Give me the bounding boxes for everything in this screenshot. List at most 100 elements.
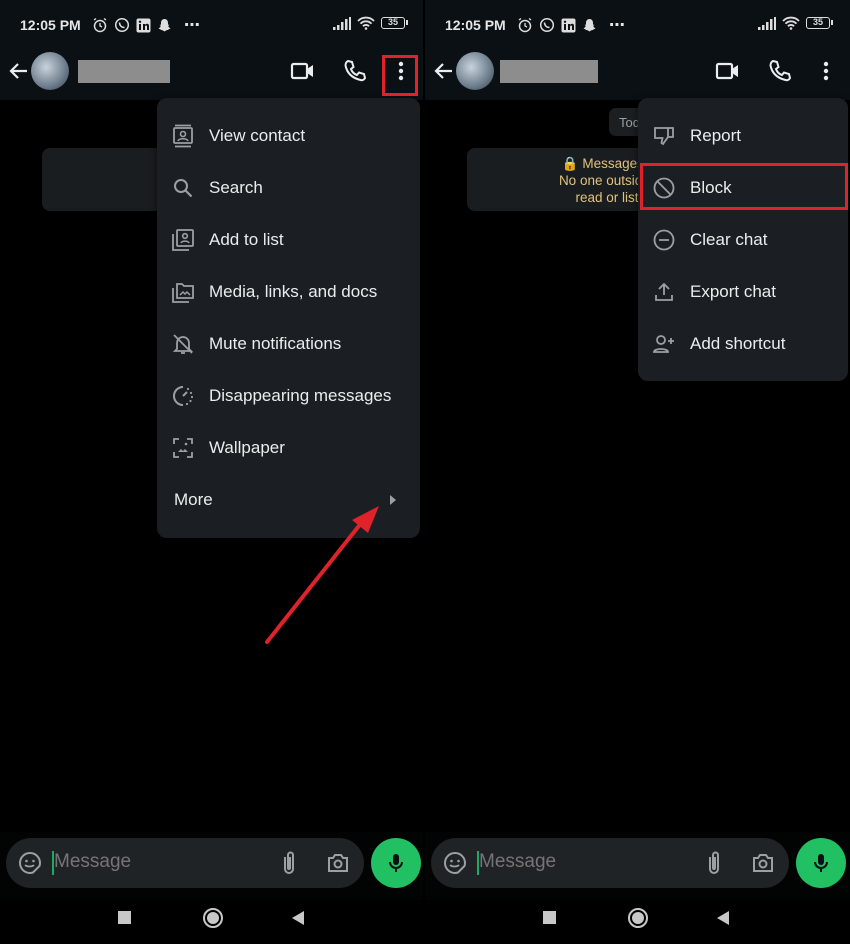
video-call-icon[interactable]	[290, 58, 316, 84]
whatsapp-icon	[114, 17, 130, 33]
system-nav-bar	[425, 900, 850, 944]
more-submenu: Report Block Clear chat Export chat Add …	[638, 98, 848, 381]
wallpaper-icon	[173, 438, 193, 458]
sticker-emoji-icon[interactable]	[443, 851, 467, 875]
minus-circle-icon	[653, 229, 675, 251]
chat-app-bar	[0, 48, 425, 100]
media-icon	[172, 283, 194, 303]
signal-icon	[758, 16, 776, 30]
wifi-icon	[357, 16, 375, 30]
linkedin-icon	[561, 18, 576, 32]
back-arrow-icon[interactable]	[433, 60, 455, 82]
system-back-button[interactable]	[292, 911, 304, 925]
menu-item-label: Report	[690, 126, 742, 145]
attach-paperclip-icon[interactable]	[278, 850, 300, 876]
snapchat-icon	[583, 18, 596, 31]
menu-item-label: Clear chat	[690, 230, 768, 249]
camera-icon[interactable]	[326, 851, 350, 875]
menu-item-label: Add to list	[209, 230, 284, 249]
battery-icon: 35	[381, 17, 408, 29]
battery-level: 35	[387, 17, 398, 27]
chat-app-bar	[425, 48, 850, 100]
battery-icon: 35	[806, 17, 833, 29]
linkedin-icon	[136, 18, 151, 32]
add-to-list-icon	[172, 229, 194, 251]
alarm-icon	[93, 17, 107, 33]
contact-avatar[interactable]	[456, 52, 494, 90]
message-input[interactable]	[54, 851, 234, 873]
recents-button[interactable]	[543, 911, 556, 924]
camera-icon[interactable]	[751, 851, 775, 875]
right-screenshot-panel: 12:05 PM ⋯ 35 Tod 🔒 Messages and calls a	[425, 0, 850, 944]
more-notifications-icon: ⋯	[184, 17, 200, 34]
upload-icon	[655, 282, 673, 301]
menu-item-label: Mute notifications	[209, 334, 342, 353]
menu-item-more[interactable]: More	[157, 474, 420, 526]
snapchat-icon	[158, 18, 171, 31]
menu-item-clear-chat[interactable]: Clear chat	[638, 214, 848, 266]
system-back-button[interactable]	[717, 911, 729, 925]
menu-item-label: Add shortcut	[690, 334, 786, 353]
contact-name-redacted[interactable]	[500, 60, 598, 83]
menu-item-label: More	[174, 490, 213, 509]
contact-name-redacted[interactable]	[78, 60, 170, 83]
attach-paperclip-icon[interactable]	[703, 850, 725, 876]
alarm-icon	[518, 17, 532, 33]
left-screenshot-panel: 12:05 PM ⋯ 35 🔒 Messages ar No one outsi…	[0, 0, 425, 944]
menu-item-view-contact[interactable]: View contact	[157, 110, 420, 162]
menu-item-add-to-list[interactable]: Add to list	[157, 214, 420, 266]
voice-message-button[interactable]	[796, 838, 846, 888]
menu-item-wallpaper[interactable]: Wallpaper	[157, 422, 420, 474]
video-call-icon[interactable]	[715, 58, 741, 84]
status-time: 12:05 PM	[20, 17, 81, 33]
menu-item-search[interactable]: Search	[157, 162, 420, 214]
menu-item-disappearing-messages[interactable]: Disappearing messages	[157, 370, 420, 422]
menu-item-export-chat[interactable]: Export chat	[638, 266, 848, 318]
menu-item-media-links-docs[interactable]: Media, links, and docs	[157, 266, 420, 318]
highlight-box-block	[640, 163, 848, 210]
menu-item-report[interactable]: Report	[638, 110, 848, 162]
menu-item-label: Search	[209, 178, 263, 197]
message-composer	[6, 838, 364, 888]
contact-card-icon	[173, 124, 193, 148]
microphone-icon	[814, 854, 828, 872]
home-button[interactable]	[203, 908, 223, 928]
status-bar: 12:05 PM ⋯ 35	[425, 0, 850, 48]
menu-item-label: View contact	[209, 126, 306, 145]
message-composer	[431, 838, 789, 888]
menu-item-label: Media, links, and docs	[209, 282, 378, 301]
battery-level: 35	[812, 17, 823, 27]
status-time: 12:05 PM	[445, 17, 506, 33]
timer-icon	[173, 386, 194, 406]
signal-icon	[333, 16, 351, 30]
chat-options-menu: View contact Search Add to list Media, l…	[157, 98, 420, 538]
menu-item-label: Disappearing messages	[209, 386, 392, 405]
bell-off-icon	[172, 334, 194, 354]
menu-item-label: Wallpaper	[209, 438, 285, 457]
thumbs-down-icon	[654, 127, 674, 146]
more-options-icon[interactable]	[813, 58, 839, 84]
more-notifications-icon: ⋯	[609, 17, 625, 34]
back-arrow-icon[interactable]	[8, 60, 30, 82]
search-icon	[174, 179, 193, 198]
wifi-icon	[782, 16, 800, 30]
contact-avatar[interactable]	[31, 52, 69, 90]
sticker-emoji-icon[interactable]	[18, 851, 42, 875]
highlight-box-more-options	[382, 55, 418, 96]
recents-button[interactable]	[118, 911, 131, 924]
menu-item-label: Export chat	[690, 282, 776, 301]
voice-call-icon[interactable]	[767, 58, 793, 84]
whatsapp-icon	[539, 17, 555, 33]
chevron-right-icon	[390, 495, 396, 505]
microphone-icon	[389, 854, 403, 872]
home-button[interactable]	[628, 908, 648, 928]
status-bar: 12:05 PM ⋯ 35	[0, 0, 425, 48]
system-nav-bar	[0, 900, 425, 944]
message-input[interactable]	[479, 851, 659, 873]
voice-call-icon[interactable]	[342, 58, 368, 84]
panel-divider	[423, 0, 425, 944]
menu-item-mute-notifications[interactable]: Mute notifications	[157, 318, 420, 370]
voice-message-button[interactable]	[371, 838, 421, 888]
add-person-icon	[653, 335, 674, 353]
menu-item-add-shortcut[interactable]: Add shortcut	[638, 318, 848, 370]
